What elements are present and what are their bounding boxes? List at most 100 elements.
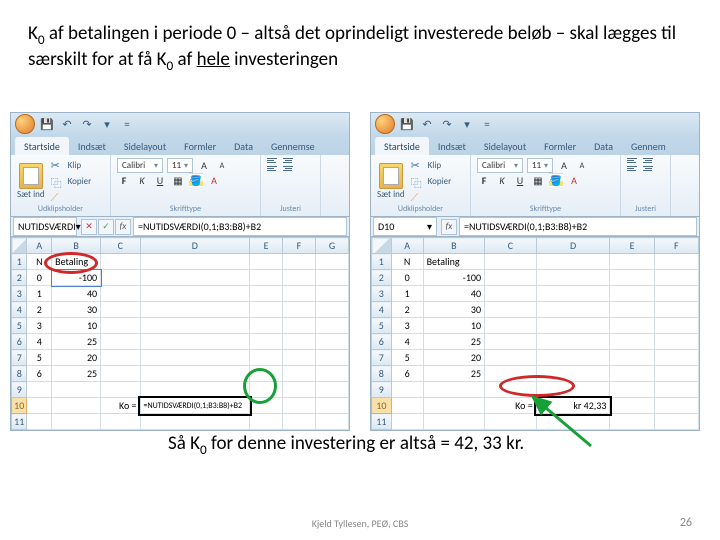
tab-sidelayout[interactable]: Sidelayout	[115, 137, 175, 155]
cell[interactable]: 1	[27, 286, 52, 302]
cancel-formula-button[interactable]: ✕	[81, 219, 97, 235]
tab-indsaet[interactable]: Indsæt	[429, 137, 475, 155]
cell[interactable]: 2	[27, 302, 52, 318]
cell[interactable]: 40	[52, 286, 101, 302]
cell[interactable]: 25	[52, 334, 101, 350]
cell[interactable]: 20	[423, 350, 484, 366]
cell[interactable]: 3	[391, 318, 423, 334]
row-header[interactable]: 10	[12, 398, 27, 414]
col-header[interactable]: B	[52, 238, 101, 254]
redo-icon[interactable]: ↷	[79, 116, 95, 132]
cell[interactable]: 25	[52, 366, 101, 382]
row-header[interactable]: 6	[372, 334, 392, 350]
name-box[interactable]: D10▾	[373, 217, 437, 236]
cell[interactable]: 1	[391, 286, 423, 302]
cell[interactable]: 40	[423, 286, 484, 302]
row-header[interactable]: 11	[372, 414, 392, 430]
cell[interactable]: N	[27, 254, 52, 270]
active-cell[interactable]: kr 42,33	[536, 398, 610, 414]
row-header[interactable]: 9	[12, 382, 27, 398]
cut-button[interactable]: Klip	[409, 158, 454, 172]
tab-indsaet[interactable]: Indsæt	[69, 137, 115, 155]
tab-startside[interactable]: Startside	[375, 137, 429, 155]
format-painter-button[interactable]	[49, 190, 94, 204]
col-header[interactable]: D	[140, 238, 250, 254]
col-header[interactable]: A	[391, 238, 423, 254]
row-header[interactable]: 4	[12, 302, 27, 318]
undo-icon[interactable]: ↶	[419, 116, 435, 132]
align-buttons[interactable]	[627, 158, 657, 173]
redo-icon[interactable]: ↷	[439, 116, 455, 132]
row-header[interactable]: 2	[12, 270, 27, 286]
cell[interactable]: 6	[27, 366, 52, 382]
cell[interactable]: 20	[52, 350, 101, 366]
cell[interactable]: 25	[423, 366, 484, 382]
tab-data[interactable]: Data	[585, 137, 622, 155]
tab-gennemse[interactable]: Gennemse	[262, 137, 324, 155]
row-header[interactable]: 8	[372, 366, 392, 382]
undo-icon[interactable]: ↶	[59, 116, 75, 132]
copy-button[interactable]: Kopier	[409, 174, 454, 188]
cell[interactable]: 5	[391, 350, 423, 366]
save-icon[interactable]: 💾	[39, 116, 55, 132]
paste-icon[interactable]	[379, 163, 403, 189]
fill-color-button[interactable]: 🪣	[549, 173, 563, 187]
col-header[interactable]: E	[610, 238, 654, 254]
col-header[interactable]: G	[315, 238, 348, 254]
name-box[interactable]: NUTIDSVÆRDI▾	[13, 217, 77, 236]
font-select[interactable]: Calibri▾	[477, 158, 523, 173]
col-header[interactable]: E	[250, 238, 283, 254]
cell[interactable]: -100	[52, 270, 101, 286]
font-color-button[interactable]: A	[207, 173, 221, 187]
row-header[interactable]: 3	[372, 286, 392, 302]
fill-color-button[interactable]: 🪣	[189, 173, 203, 187]
cell[interactable]: Betaling	[423, 254, 484, 270]
qat-more-icon[interactable]: ▾	[99, 116, 115, 132]
row-header[interactable]: 9	[372, 382, 392, 398]
cell[interactable]: Betaling	[52, 254, 101, 270]
cell[interactable]: N	[391, 254, 423, 270]
accept-formula-button[interactable]: ✓	[98, 219, 114, 235]
cell[interactable]: 10	[423, 318, 484, 334]
row-header[interactable]: 5	[12, 318, 27, 334]
italic-button[interactable]: K	[135, 173, 149, 187]
col-header[interactable]: A	[27, 238, 52, 254]
formula-input[interactable]: =NUTIDSVÆRDI(0,1;B3:B8)+B2	[459, 217, 697, 236]
font-size-select[interactable]: 11▾	[527, 158, 553, 173]
row-header[interactable]: 4	[372, 302, 392, 318]
grow-font-button[interactable]: A	[197, 159, 211, 173]
paste-icon[interactable]	[19, 163, 43, 189]
row-header[interactable]: 5	[372, 318, 392, 334]
fx-button[interactable]: fx	[115, 219, 131, 235]
tab-startside[interactable]: Startside	[15, 137, 69, 155]
select-all-corner[interactable]	[372, 238, 392, 254]
font-size-select[interactable]: 11▾	[167, 158, 193, 173]
select-all-corner[interactable]	[12, 238, 27, 254]
formula-input[interactable]: =NUTIDSVÆRDI(0,1;B3:B8)+B2	[133, 217, 347, 236]
tab-sidelayout[interactable]: Sidelayout	[475, 137, 535, 155]
bold-button[interactable]: F	[477, 173, 491, 187]
office-button[interactable]	[15, 114, 35, 134]
font-select[interactable]: Calibri▾	[117, 158, 163, 173]
col-header[interactable]: F	[654, 238, 698, 254]
align-buttons[interactable]	[267, 158, 297, 173]
shrink-font-button[interactable]: A	[575, 159, 589, 173]
cell[interactable]: 0	[391, 270, 423, 286]
col-header[interactable]: C	[101, 238, 140, 254]
fx-button[interactable]: fx	[441, 219, 457, 235]
row-header[interactable]: 7	[372, 350, 392, 366]
grow-font-button[interactable]: A	[557, 159, 571, 173]
row-header[interactable]: 11	[12, 414, 27, 430]
cell[interactable]: 4	[391, 334, 423, 350]
cell[interactable]: 2	[391, 302, 423, 318]
cell[interactable]: 25	[423, 334, 484, 350]
italic-button[interactable]: K	[495, 173, 509, 187]
bold-button[interactable]: F	[117, 173, 131, 187]
spreadsheet-grid[interactable]: A B C D E F G 1NBetaling 20-100 3140 423…	[11, 237, 349, 430]
cell[interactable]: 30	[423, 302, 484, 318]
cell[interactable]: Ko =	[485, 398, 537, 414]
office-button[interactable]	[375, 114, 395, 134]
cell[interactable]: Ko =	[101, 398, 140, 414]
row-header[interactable]: 8	[12, 366, 27, 382]
col-header[interactable]: B	[423, 238, 484, 254]
